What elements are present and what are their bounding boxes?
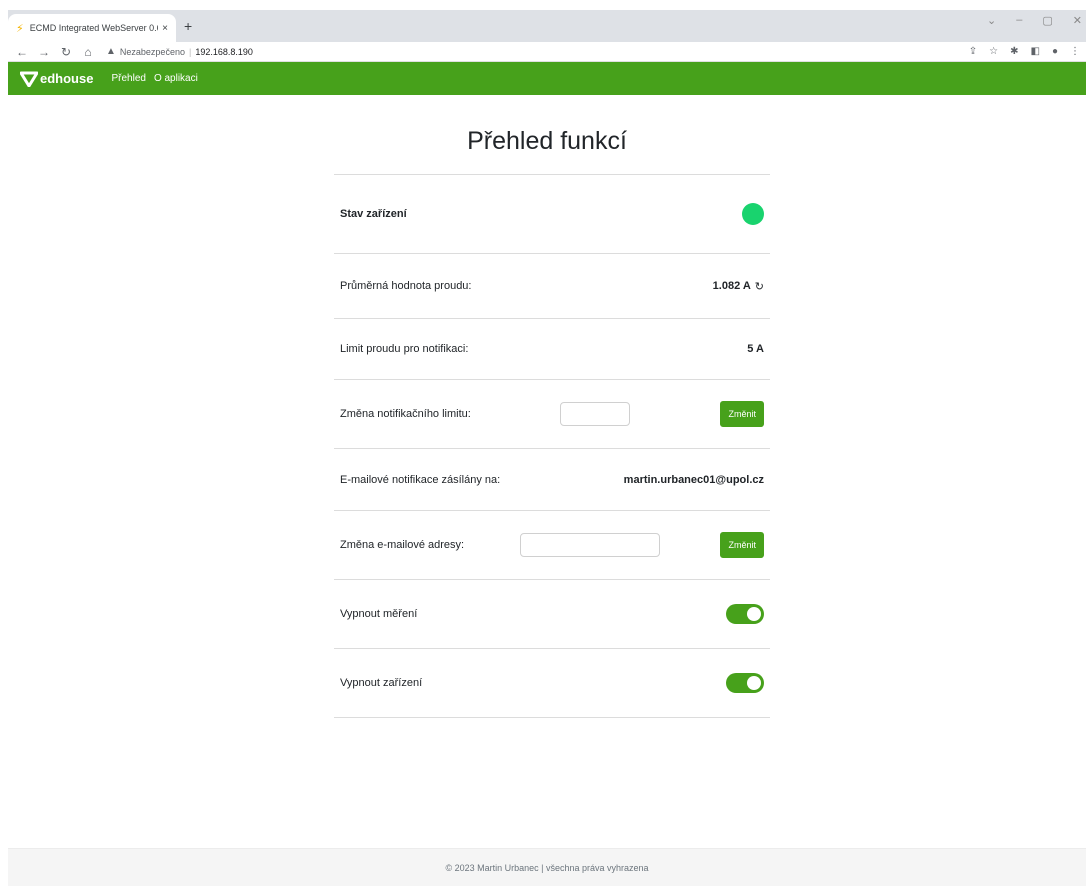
email-input[interactable] xyxy=(520,533,660,557)
omnibox-separator: | xyxy=(188,46,192,57)
sidepanel-icon[interactable]: ◧ xyxy=(1031,46,1040,57)
row-device-status: Stav zařízení xyxy=(334,175,770,254)
nav-link-o-aplikaci[interactable]: O aplikaci xyxy=(154,73,198,84)
url-text: 192.168.8.190 xyxy=(195,46,253,57)
email-label: E-mailové notifikace zásílány na: xyxy=(340,473,501,486)
change-limit-button[interactable]: Změnit xyxy=(720,401,764,427)
puzzle-icon[interactable]: ✱ xyxy=(1010,46,1018,57)
forward-icon[interactable]: → xyxy=(36,45,52,59)
close-window-icon[interactable]: ✕ xyxy=(1073,14,1082,27)
row-email-target: E-mailové notifikace zásílány na: martin… xyxy=(334,449,770,511)
menu-icon[interactable]: ⋮ xyxy=(1070,46,1080,57)
brand-name: edhouse xyxy=(40,71,94,86)
back-icon[interactable]: ← xyxy=(14,45,30,59)
status-indicator xyxy=(742,203,764,225)
change-email-button[interactable]: Změnit xyxy=(720,532,764,558)
row-measure-off: Vypnout měření xyxy=(334,580,770,649)
app-navbar: edhouse Přehled O aplikaci xyxy=(8,62,1086,95)
tab-title: ECMD Integrated WebServer 0.6 xyxy=(29,23,159,33)
browser-window: ⚡ ECMD Integrated WebServer 0.6 × + ⌄ – … xyxy=(8,10,1086,886)
minimize-icon[interactable]: – xyxy=(1016,14,1022,27)
row-device-off: Vypnout zařízení xyxy=(334,649,770,718)
row-change-email: Změna e-mailové adresy: Změnit xyxy=(334,511,770,580)
row-average-current: Průměrná hodnota proudu: 1.082 A ↻ xyxy=(334,254,770,319)
toolbar-icons: ⇪ ☆ ✱ ◧ ● ⋮ xyxy=(969,46,1080,57)
measure-off-toggle[interactable] xyxy=(726,604,764,624)
status-label: Stav zařízení xyxy=(340,208,407,220)
warning-icon: ▲ xyxy=(106,46,116,57)
page-footer: © 2023 Martin Urbanec | všechna práva vy… xyxy=(8,848,1086,886)
logo-icon xyxy=(20,71,38,87)
brand-logo[interactable]: edhouse xyxy=(20,71,93,87)
reload-icon[interactable]: ↻ xyxy=(58,45,74,59)
profile-icon[interactable]: ● xyxy=(1052,46,1058,57)
limit-value: 5 A xyxy=(747,343,764,355)
limit-label: Limit proudu pro notifikaci: xyxy=(340,343,469,355)
function-list: Stav zařízení Průměrná hodnota proudu: 1… xyxy=(334,174,770,718)
lightning-icon: ⚡ xyxy=(16,22,24,35)
measure-off-label: Vypnout měření xyxy=(340,608,418,620)
new-tab-button[interactable]: + xyxy=(184,18,192,34)
browser-tab[interactable]: ⚡ ECMD Integrated WebServer 0.6 × xyxy=(8,14,176,42)
maximize-icon[interactable]: ▢ xyxy=(1042,14,1052,27)
device-off-label: Vypnout zařízení xyxy=(340,677,423,689)
page-title: Přehled funkcí xyxy=(467,127,627,155)
home-icon[interactable]: ⌂ xyxy=(80,45,96,59)
limit-input[interactable] xyxy=(560,402,630,426)
row-change-limit: Změna notifikačního limitu: Změnit xyxy=(334,380,770,449)
share-icon[interactable]: ⇪ xyxy=(969,46,977,57)
window-controls: ⌄ – ▢ ✕ xyxy=(987,14,1086,27)
toggle-knob xyxy=(747,607,761,621)
row-current-limit: Limit proudu pro notifikaci: 5 A xyxy=(334,319,770,380)
nav-link-prehled[interactable]: Přehled xyxy=(111,73,145,84)
footer-text: © 2023 Martin Urbanec | všechna práva vy… xyxy=(445,862,649,873)
device-off-toggle[interactable] xyxy=(726,673,764,693)
address-bar: ← → ↻ ⌂ ▲ Nezabezpečeno | 192.168.8.190 … xyxy=(8,42,1086,62)
refresh-icon[interactable]: ↻ xyxy=(755,280,764,293)
avg-current-label: Průměrná hodnota proudu: xyxy=(340,280,472,292)
star-icon[interactable]: ☆ xyxy=(989,46,998,57)
avg-current-value: 1.082 A xyxy=(712,280,751,292)
close-icon[interactable]: × xyxy=(162,23,168,34)
email-value: martin.urbanec01@upol.cz xyxy=(623,473,764,486)
tab-bar: ⚡ ECMD Integrated WebServer 0.6 × + ⌄ – … xyxy=(8,10,1086,42)
toggle-knob xyxy=(747,676,761,690)
chevron-down-icon[interactable]: ⌄ xyxy=(987,14,996,27)
omnibox[interactable]: ▲ Nezabezpečeno | 192.168.8.190 xyxy=(106,46,253,57)
change-limit-label: Změna notifikačního limitu: xyxy=(340,408,471,420)
security-label: Nezabezpečeno xyxy=(119,46,185,57)
